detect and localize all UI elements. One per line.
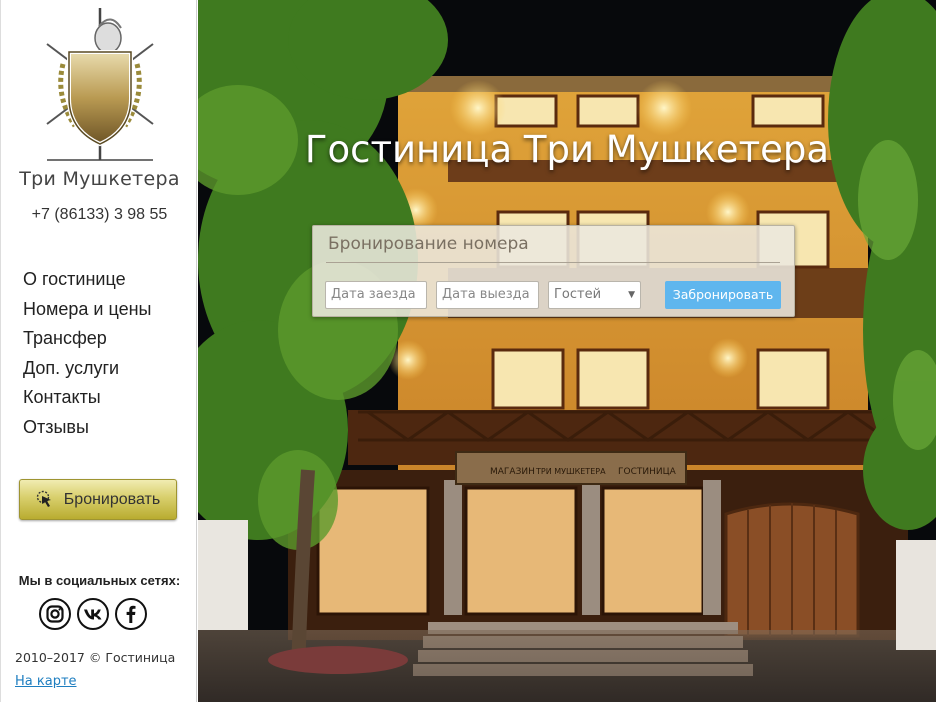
- guests-select[interactable]: Гостей ▼: [548, 281, 641, 309]
- checkin-date-input[interactable]: Дата заезда: [325, 281, 427, 309]
- hotel-night-photo: МАГАЗИН ТРИ МУШКЕТЕРА ГОСТИНИЦА: [198, 0, 936, 702]
- guests-select-value: Гостей: [554, 287, 602, 302]
- hero-title: Гостиница Три Мушкетера: [304, 128, 830, 171]
- sidebar: Три Мушкетера +7 (86133) 3 98 55 О гости…: [0, 0, 197, 702]
- nav-item-rooms[interactable]: Номера и цены: [23, 296, 151, 326]
- chevron-down-icon: ▼: [628, 290, 635, 300]
- booking-panel: Бронирование номера Дата заезда Дата вые…: [312, 225, 795, 317]
- nav-item-contacts[interactable]: Контакты: [23, 384, 151, 414]
- nav-item-transfer[interactable]: Трансфер: [23, 325, 151, 355]
- book-button[interactable]: Бронировать: [19, 479, 177, 520]
- social-heading: Мы в социальных сетях:: [18, 573, 181, 588]
- sign-shop: МАГАЗИН: [490, 467, 535, 477]
- booking-title: Бронирование номера: [328, 234, 529, 254]
- nav-item-about[interactable]: О гостинице: [23, 266, 151, 296]
- hero-section: МАГАЗИН ТРИ МУШКЕТЕРА ГОСТИНИЦА Гостиниц…: [198, 0, 936, 702]
- phone-number[interactable]: +7 (86133) 3 98 55: [1, 206, 198, 224]
- facebook-icon[interactable]: [115, 598, 147, 630]
- booking-divider: [326, 262, 780, 263]
- copyright: 2010–2017 © Гостиница: [15, 650, 176, 665]
- nav-item-reviews[interactable]: Отзывы: [23, 414, 151, 444]
- sign-hotel: ГОСТИНИЦА: [618, 467, 677, 477]
- social-links: [39, 598, 147, 630]
- sign-center: ТРИ МУШКЕТЕРА: [535, 467, 606, 476]
- main-nav: О гостинице Номера и цены Трансфер Доп. …: [23, 266, 151, 443]
- book-button-label: Бронировать: [63, 490, 161, 508]
- instagram-icon[interactable]: [39, 598, 71, 630]
- cursor-click-icon: [36, 490, 51, 507]
- checkout-date-input[interactable]: Дата выезда: [436, 281, 539, 309]
- vk-icon[interactable]: [77, 598, 109, 630]
- map-link[interactable]: На карте: [15, 674, 77, 689]
- hotel-logo-crest[interactable]: [41, 6, 159, 162]
- nav-item-services[interactable]: Доп. услуги: [23, 355, 151, 385]
- book-submit-button[interactable]: Забронировать: [665, 281, 781, 309]
- brand-name: Три Мушкетера: [19, 168, 180, 190]
